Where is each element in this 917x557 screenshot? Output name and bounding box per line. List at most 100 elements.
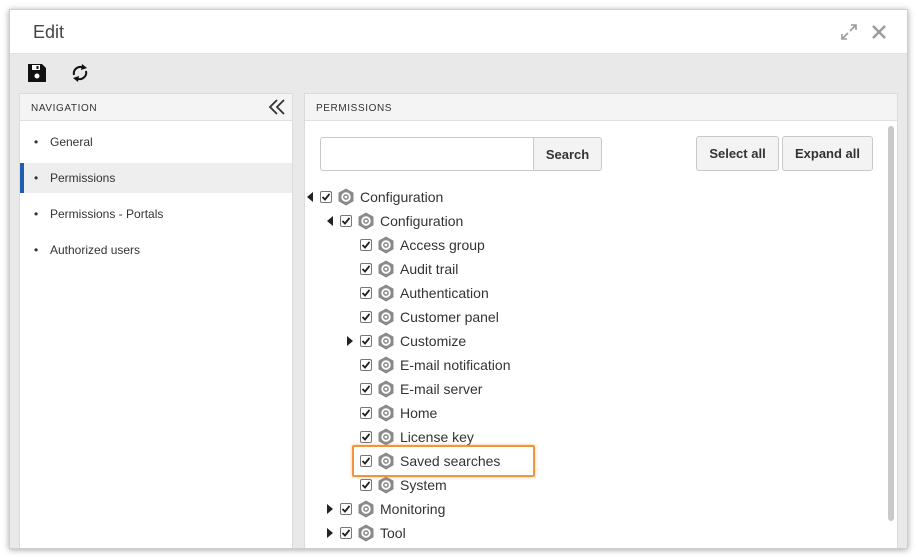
- select-all-button[interactable]: Select all: [696, 136, 779, 171]
- caret-left-icon[interactable]: [324, 215, 336, 227]
- vertical-scrollbar[interactable]: [888, 126, 894, 521]
- checkbox[interactable]: [360, 263, 372, 275]
- highlight-box: [352, 445, 535, 477]
- gear-hexagon-icon: [357, 212, 375, 230]
- gear-hexagon-icon: [377, 380, 395, 398]
- gear-hexagon-icon: [377, 308, 395, 326]
- sidebar-item-permissions[interactable]: • Permissions: [20, 163, 292, 193]
- tree-node-label: E-mail server: [400, 381, 483, 397]
- tree-node-label: Access group: [400, 237, 485, 253]
- gear-hexagon-icon: [377, 428, 395, 446]
- checkbox[interactable]: [340, 527, 352, 539]
- expand-all-button[interactable]: Expand all: [782, 136, 873, 171]
- gear-hexagon-icon: [377, 404, 395, 422]
- sidebar-item-label: Authorized users: [50, 243, 141, 257]
- tree-node[interactable]: Customize: [344, 330, 466, 352]
- checkbox[interactable]: [360, 479, 372, 491]
- gear-hexagon-icon: [357, 524, 375, 542]
- save-icon[interactable]: [25, 61, 49, 85]
- permissions-header: PERMISSIONS: [305, 94, 897, 121]
- tree-node[interactable]: Audit trail: [344, 258, 458, 280]
- checkbox[interactable]: [360, 359, 372, 371]
- gear-hexagon-icon: [377, 236, 395, 254]
- tree-node-label: Tool: [380, 525, 406, 541]
- tree-node-label: Monitoring: [380, 501, 446, 517]
- tree-node[interactable]: System: [344, 474, 447, 496]
- caret-right-icon[interactable]: [324, 527, 336, 539]
- caret-left-icon[interactable]: [304, 191, 316, 203]
- close-icon[interactable]: [868, 21, 890, 43]
- tree-node-label: Configuration: [380, 213, 464, 229]
- gear-hexagon-icon: [337, 188, 355, 206]
- tree-node[interactable]: Configuration: [324, 210, 463, 232]
- tree-node-label: System: [400, 477, 447, 493]
- refresh-icon[interactable]: [68, 61, 92, 85]
- sidebar-item-authorized-users[interactable]: • Authorized users: [20, 235, 292, 265]
- sidebar-item-label: Permissions: [50, 171, 116, 185]
- checkbox[interactable]: [360, 431, 372, 443]
- toolbar: [10, 55, 907, 91]
- tree-node[interactable]: Monitoring: [324, 498, 445, 520]
- navigation-panel: NAVIGATION • General • Permissions • Permis…: [19, 93, 293, 548]
- checkbox[interactable]: [360, 335, 372, 347]
- sidebar-item-general[interactable]: • General: [20, 127, 292, 157]
- tree-node[interactable]: Customer panel: [344, 306, 499, 328]
- caret-right-icon[interactable]: [324, 503, 336, 515]
- collapse-double-chevron-icon[interactable]: [268, 97, 286, 117]
- tree-node-label: Customize: [400, 333, 467, 349]
- gear-hexagon-icon: [377, 356, 395, 374]
- tree-node[interactable]: Access group: [344, 234, 485, 256]
- sidebar-item-permissions-portals[interactable]: • Permissions - Portals: [20, 199, 292, 229]
- tree-node[interactable]: E-mail notification: [344, 354, 511, 376]
- checkbox[interactable]: [360, 311, 372, 323]
- bullet-icon: •: [34, 171, 39, 185]
- checkbox[interactable]: [320, 191, 332, 203]
- tree-node[interactable]: Tool: [324, 522, 406, 544]
- permissions-header-label: PERMISSIONS: [316, 103, 393, 114]
- gear-hexagon-icon: [377, 332, 395, 350]
- tree-node-label: Authentication: [400, 285, 489, 301]
- caret-right-icon[interactable]: [344, 335, 356, 347]
- navigation-header: NAVIGATION: [20, 94, 292, 121]
- gear-hexagon-icon: [377, 476, 395, 494]
- titlebar: Edit: [10, 10, 907, 54]
- gear-hexagon-icon: [377, 284, 395, 302]
- checkbox[interactable]: [340, 215, 352, 227]
- gear-hexagon-icon: [377, 260, 395, 278]
- search-input[interactable]: [320, 137, 534, 171]
- bullet-icon: •: [34, 243, 39, 257]
- tree-node[interactable]: E-mail server: [344, 378, 482, 400]
- gear-hexagon-icon: [357, 500, 375, 518]
- checkbox[interactable]: [360, 383, 372, 395]
- checkbox[interactable]: [360, 407, 372, 419]
- tree-node-label: Audit trail: [400, 261, 459, 277]
- tree-node-label: Home: [400, 405, 438, 421]
- tree-node-label: License key: [400, 429, 474, 445]
- tree-node[interactable]: Home: [344, 402, 437, 424]
- tree-node[interactable]: Authentication: [344, 282, 489, 304]
- tree-node[interactable]: Configuration: [304, 186, 443, 208]
- checkbox[interactable]: [360, 239, 372, 251]
- navigation-header-label: NAVIGATION: [31, 103, 98, 114]
- checkbox[interactable]: [360, 287, 372, 299]
- checkbox[interactable]: [340, 503, 352, 515]
- maximize-icon[interactable]: [838, 21, 860, 43]
- bullet-icon: •: [34, 135, 39, 149]
- bullet-icon: •: [34, 207, 39, 221]
- tree-node-label: Configuration: [360, 189, 444, 205]
- tree-node-label: E-mail notification: [400, 357, 511, 373]
- tree-node-label: Customer panel: [400, 309, 499, 325]
- window-title: Edit: [33, 22, 65, 42]
- search-button[interactable]: Search: [533, 137, 602, 171]
- sidebar-item-label: Permissions - Portals: [50, 207, 164, 221]
- sidebar-item-label: General: [50, 135, 93, 149]
